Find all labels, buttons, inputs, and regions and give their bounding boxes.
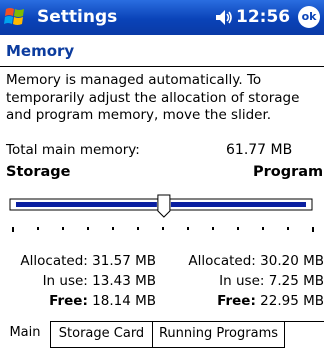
tab-bar: Main Storage Card Running Programs bbox=[0, 321, 324, 349]
tab-main[interactable]: Main bbox=[0, 321, 51, 348]
program-allocated-value: 30.20 MB bbox=[260, 253, 324, 269]
description-text: Memory is managed automatically. To temp… bbox=[6, 72, 300, 123]
total-memory-value: 61.77 MB bbox=[226, 142, 293, 158]
slider-tick bbox=[187, 227, 189, 230]
storage-in-use-value: 13.43 MB bbox=[92, 273, 156, 289]
slider-tick bbox=[62, 227, 64, 230]
tab-storage-card[interactable]: Storage Card bbox=[51, 322, 153, 348]
app-title: Settings bbox=[37, 7, 118, 27]
program-in-use-value: 7.25 MB bbox=[268, 273, 324, 289]
total-memory-label: Total main memory: bbox=[6, 142, 140, 158]
slider-ticks bbox=[12, 227, 314, 232]
storage-free-label: Free: bbox=[49, 293, 88, 309]
clock[interactable]: 12:56 bbox=[236, 7, 290, 27]
program-in-use-label: In use: bbox=[219, 273, 265, 289]
memory-slider[interactable] bbox=[0, 188, 324, 240]
slider-tick bbox=[162, 227, 164, 230]
program-stats: Allocated: 30.20 MB In use: 7.25 MB Free… bbox=[166, 251, 324, 311]
slider-thumb bbox=[157, 194, 171, 218]
slider-tick bbox=[112, 227, 114, 230]
slider-fill-storage bbox=[16, 202, 157, 207]
program-allocated-label: Allocated: bbox=[188, 253, 256, 269]
title-bar: Settings 12:56 ok bbox=[0, 0, 324, 35]
storage-allocated-value: 31.57 MB bbox=[92, 253, 156, 269]
storage-label: Storage bbox=[6, 164, 71, 180]
slider-tick bbox=[312, 227, 314, 232]
page-title: Memory bbox=[6, 42, 75, 60]
slider-tick bbox=[287, 227, 289, 230]
slider-tick bbox=[212, 227, 214, 230]
windows-flag-icon[interactable] bbox=[3, 5, 29, 30]
tab-running-programs[interactable]: Running Programs bbox=[153, 322, 285, 348]
storage-stats: Allocated: 31.57 MB In use: 13.43 MB Fre… bbox=[8, 251, 156, 311]
storage-allocated-label: Allocated: bbox=[20, 253, 88, 269]
program-free-value: 22.95 MB bbox=[260, 293, 324, 309]
slider-tick bbox=[87, 227, 89, 230]
heading-divider bbox=[0, 66, 324, 67]
storage-free-value: 18.14 MB bbox=[92, 293, 156, 309]
slider-fill-program bbox=[170, 202, 306, 207]
ok-button[interactable]: ok bbox=[298, 6, 320, 28]
tab-bar-filler bbox=[285, 322, 324, 348]
program-label: Program bbox=[253, 164, 324, 180]
slider-tick bbox=[262, 227, 264, 230]
slider-tick bbox=[12, 227, 14, 232]
program-free-label: Free: bbox=[217, 293, 256, 309]
speaker-icon[interactable] bbox=[215, 9, 233, 26]
storage-in-use-label: In use: bbox=[42, 273, 88, 289]
slider-tick bbox=[137, 227, 139, 230]
slider-tick bbox=[237, 227, 239, 230]
slider-tick bbox=[37, 227, 39, 230]
